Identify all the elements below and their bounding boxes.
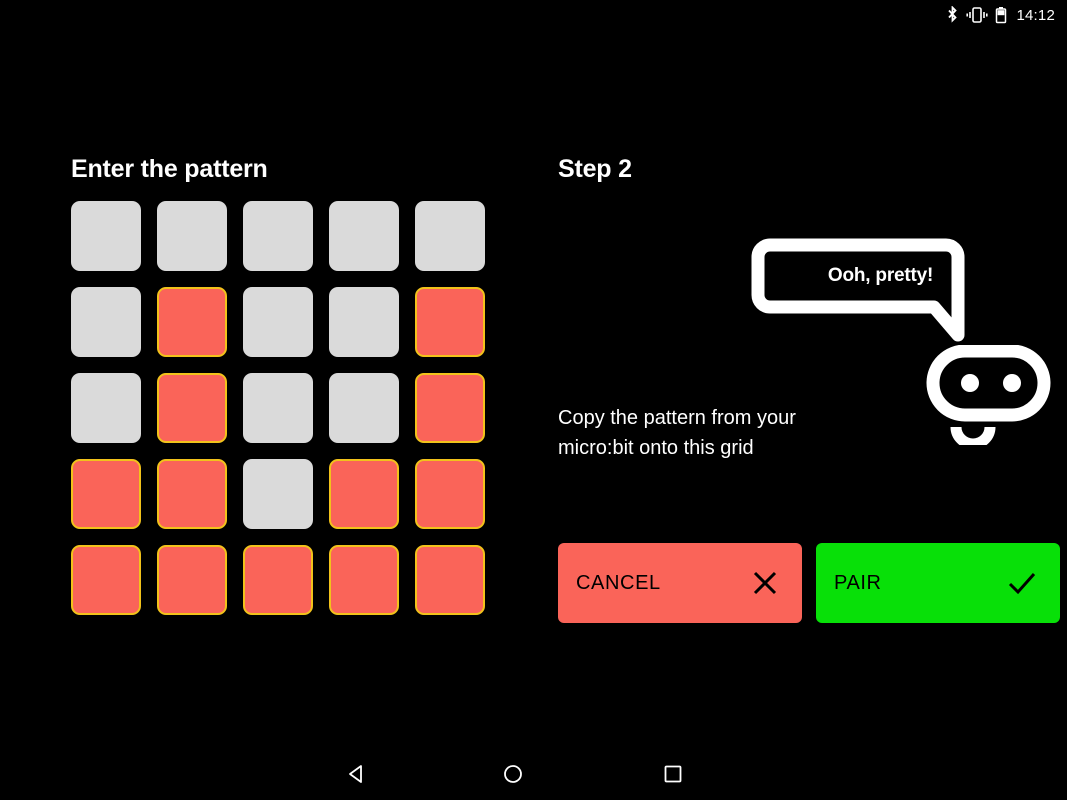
grid-cell-2-2[interactable] xyxy=(243,373,313,443)
action-button-row: CANCEL PAIR xyxy=(558,543,1060,623)
grid-cell-1-1[interactable] xyxy=(157,287,227,357)
vibrate-icon xyxy=(966,6,989,24)
grid-cell-0-4[interactable] xyxy=(415,201,485,271)
status-clock: 14:12 xyxy=(1016,6,1055,24)
check-icon xyxy=(1006,568,1038,598)
grid-cell-4-1[interactable] xyxy=(157,545,227,615)
battery-icon xyxy=(995,6,1007,24)
grid-cell-1-3[interactable] xyxy=(329,287,399,357)
home-circle-icon[interactable] xyxy=(502,763,524,785)
step-title: Step 2 xyxy=(558,155,632,183)
grid-cell-3-4[interactable] xyxy=(415,459,485,529)
grid-cell-3-1[interactable] xyxy=(157,459,227,529)
grid-cell-1-2[interactable] xyxy=(243,287,313,357)
grid-cell-3-0[interactable] xyxy=(71,459,141,529)
robot-face-icon xyxy=(926,345,1051,445)
main-content: Enter the pattern Step 2 Ooh, pretty! Co… xyxy=(0,30,1067,748)
instruction-text: Copy the pattern from your micro:bit ont… xyxy=(558,407,796,459)
speech-bubble xyxy=(751,238,965,342)
grid-cell-0-1[interactable] xyxy=(157,201,227,271)
grid-cell-4-0[interactable] xyxy=(71,545,141,615)
instruction-panel: Step 2 Ooh, pretty! Copy the pattern fro… xyxy=(558,155,1060,715)
back-triangle-icon[interactable] xyxy=(345,763,367,785)
grid-cell-3-3[interactable] xyxy=(329,459,399,529)
close-x-icon xyxy=(750,568,780,598)
page-title: Enter the pattern xyxy=(71,155,268,183)
status-bar: 14:12 xyxy=(0,0,1067,30)
grid-cell-4-4[interactable] xyxy=(415,545,485,615)
android-nav-bar xyxy=(0,748,1067,800)
grid-cell-2-1[interactable] xyxy=(157,373,227,443)
grid-cell-0-3[interactable] xyxy=(329,201,399,271)
pattern-entry-panel: Enter the pattern xyxy=(71,155,491,615)
grid-cell-3-2[interactable] xyxy=(243,459,313,529)
grid-cell-0-2[interactable] xyxy=(243,201,313,271)
pair-button[interactable]: PAIR xyxy=(816,543,1060,623)
pattern-grid[interactable] xyxy=(71,201,491,615)
grid-cell-2-3[interactable] xyxy=(329,373,399,443)
recents-square-icon[interactable] xyxy=(662,763,684,785)
speech-bubble-text: Ooh, pretty! xyxy=(827,265,934,286)
grid-cell-1-4[interactable] xyxy=(415,287,485,357)
pair-button-label: PAIR xyxy=(834,571,882,594)
bluetooth-icon xyxy=(946,5,959,24)
cancel-button-label: CANCEL xyxy=(576,571,661,594)
grid-cell-2-0[interactable] xyxy=(71,373,141,443)
grid-cell-4-2[interactable] xyxy=(243,545,313,615)
grid-cell-4-3[interactable] xyxy=(329,545,399,615)
grid-cell-0-0[interactable] xyxy=(71,201,141,271)
cancel-button[interactable]: CANCEL xyxy=(558,543,802,623)
grid-cell-2-4[interactable] xyxy=(415,373,485,443)
grid-cell-1-0[interactable] xyxy=(71,287,141,357)
